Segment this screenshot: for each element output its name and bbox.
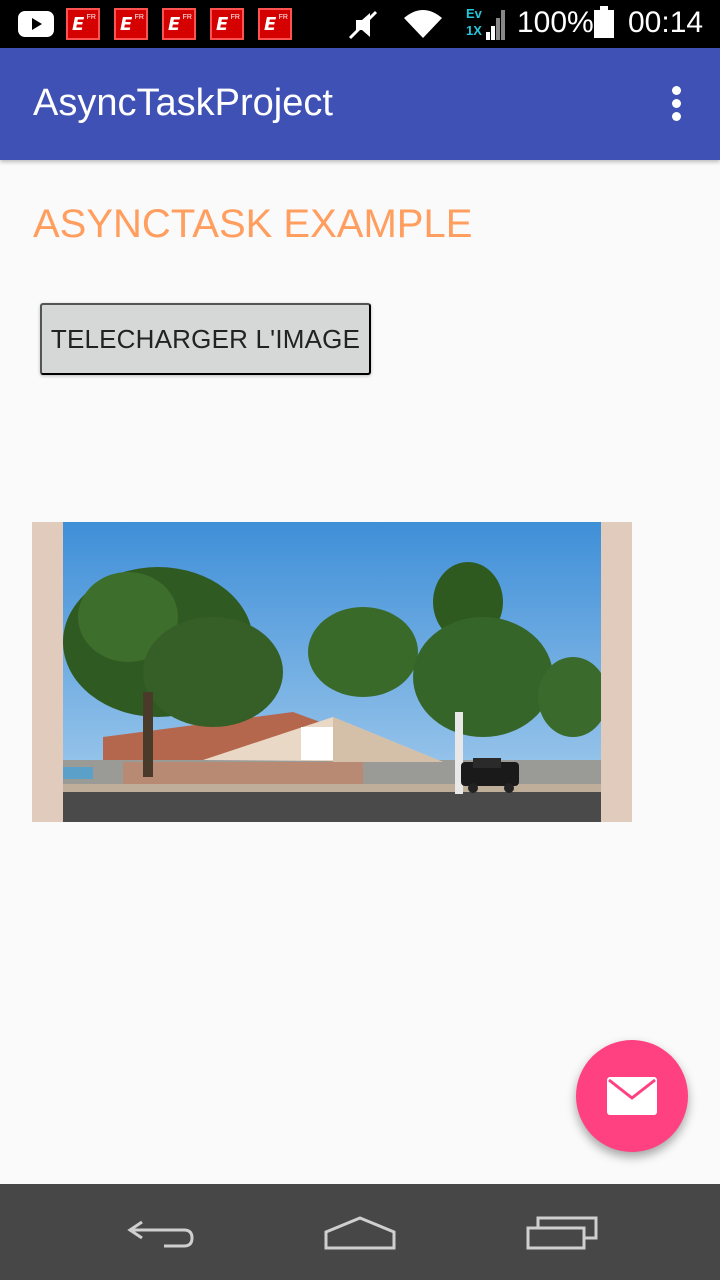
downloaded-image [32, 522, 632, 822]
app-title: AsyncTaskProject [33, 82, 333, 124]
clock: 00:14 [628, 6, 704, 39]
recents-icon[interactable] [522, 1210, 602, 1254]
wifi-icon [404, 10, 442, 38]
e-fr-notification-icon: E FR [210, 8, 244, 40]
e-fr-notification-icon: E FR [114, 8, 148, 40]
app-bar: AsyncTaskProject [0, 48, 720, 160]
page-heading: ASYNCTASK EXAMPLE [33, 202, 473, 246]
e-fr-notification-icon: E FR [66, 8, 100, 40]
email-icon [607, 1077, 657, 1115]
navigation-bar [0, 1184, 720, 1280]
e-fr-notification-icon: E FR [258, 8, 292, 40]
home-icon[interactable] [320, 1210, 400, 1254]
battery-percent: 100% [517, 6, 594, 39]
plaza-photo [63, 522, 601, 822]
back-icon[interactable] [120, 1210, 200, 1254]
status-bar: E FR E FR E FR E FR E FR Ev 1X 100% 00:14 [0, 0, 720, 48]
battery-icon [594, 6, 614, 38]
download-image-button[interactable]: TELECHARGER L'IMAGE [40, 303, 371, 375]
email-fab[interactable] [576, 1040, 688, 1152]
e-fr-notification-icon: E FR [162, 8, 196, 40]
youtube-icon [18, 11, 54, 37]
signal-icon: Ev 1X [464, 6, 508, 42]
overflow-menu-icon[interactable] [664, 86, 688, 126]
mute-icon [348, 10, 378, 40]
